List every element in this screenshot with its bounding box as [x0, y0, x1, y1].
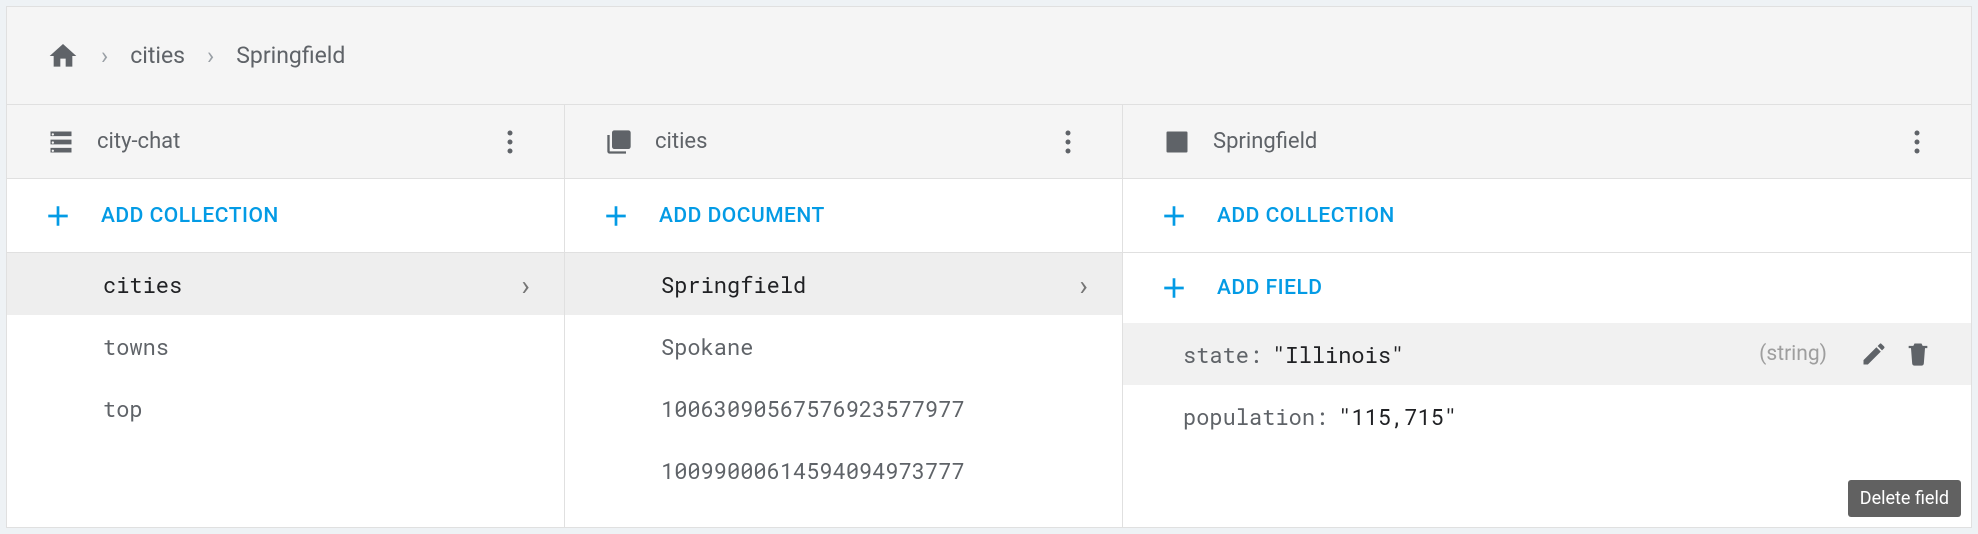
add-subcollection-button[interactable]: ADD COLLECTION	[1123, 179, 1971, 253]
collection-icon	[605, 128, 633, 156]
edit-icon[interactable]	[1859, 339, 1889, 369]
chevron-right-icon: ›	[207, 42, 214, 70]
add-document-button[interactable]: ADD DOCUMENT	[565, 179, 1122, 253]
plus-icon	[1161, 275, 1187, 301]
list-item[interactable]: 10099000614594094973777	[565, 439, 1122, 501]
field-key: state:	[1183, 340, 1262, 369]
document-icon	[1163, 128, 1191, 156]
project-title: city-chat	[97, 129, 180, 154]
add-field-button[interactable]: ADD FIELD	[1123, 253, 1971, 323]
list-item-label: Springfield	[661, 270, 806, 299]
document-list: Springfield › Spokane 100630905675769235…	[565, 253, 1122, 527]
breadcrumb-item[interactable]: cities	[130, 42, 185, 69]
field-value: "115,715"	[1338, 402, 1457, 431]
collection-title: cities	[655, 129, 707, 154]
project-column: city-chat ADD COLLECTION cities	[7, 105, 565, 527]
collection-header: cities	[565, 105, 1122, 179]
collection-menu-button[interactable]	[1054, 128, 1082, 156]
field-list: ADD FIELD state: "Illinois" (string)	[1123, 253, 1971, 527]
list-item[interactable]: cities ›	[7, 253, 564, 315]
list-item[interactable]: Springfield ›	[565, 253, 1122, 315]
collection-list: cities › towns top	[7, 253, 564, 527]
document-column: Springfield ADD COLLECTION	[1123, 105, 1971, 527]
field-row[interactable]: population: "115,715"	[1123, 385, 1971, 447]
list-item-label: Spokane	[661, 332, 753, 361]
list-item-label: top	[103, 394, 143, 423]
home-icon[interactable]	[47, 40, 79, 72]
field-type: (string)	[1759, 342, 1827, 366]
list-item[interactable]: 10063090567576923577977	[565, 377, 1122, 439]
chevron-right-icon: ›	[1075, 266, 1092, 303]
breadcrumb-item[interactable]: Springfield	[236, 42, 345, 69]
list-item-label: cities	[103, 270, 182, 299]
project-header: city-chat	[7, 105, 564, 179]
delete-field-tooltip: Delete field	[1848, 480, 1961, 517]
list-item[interactable]: towns	[7, 315, 564, 377]
plus-icon	[603, 203, 629, 229]
field-value: "Illinois"	[1272, 340, 1404, 369]
list-item[interactable]: Spokane	[565, 315, 1122, 377]
list-item-label: 10099000614594094973777	[661, 456, 965, 485]
add-field-label: ADD FIELD	[1217, 276, 1323, 300]
add-document-label: ADD DOCUMENT	[659, 204, 825, 228]
add-collection-button[interactable]: ADD COLLECTION	[7, 179, 564, 253]
list-item-label: 10063090567576923577977	[661, 394, 965, 423]
breadcrumb: › cities › Springfield	[7, 7, 1971, 105]
database-icon	[47, 128, 75, 156]
delete-icon[interactable]	[1903, 339, 1933, 369]
add-collection-label: ADD COLLECTION	[101, 204, 279, 228]
field-row[interactable]: state: "Illinois" (string)	[1123, 323, 1971, 385]
field-key: population:	[1183, 402, 1328, 431]
chevron-right-icon: ›	[517, 266, 534, 303]
list-item[interactable]: top	[7, 377, 564, 439]
plus-icon	[45, 203, 71, 229]
document-menu-button[interactable]	[1903, 128, 1931, 156]
document-header: Springfield	[1123, 105, 1971, 179]
chevron-right-icon: ›	[101, 42, 108, 70]
project-menu-button[interactable]	[496, 128, 524, 156]
list-item-label: towns	[103, 332, 169, 361]
add-subcollection-label: ADD COLLECTION	[1217, 204, 1395, 228]
collection-column: cities ADD DOCUMENT Springfield	[565, 105, 1123, 527]
document-title: Springfield	[1213, 129, 1317, 154]
plus-icon	[1161, 203, 1187, 229]
